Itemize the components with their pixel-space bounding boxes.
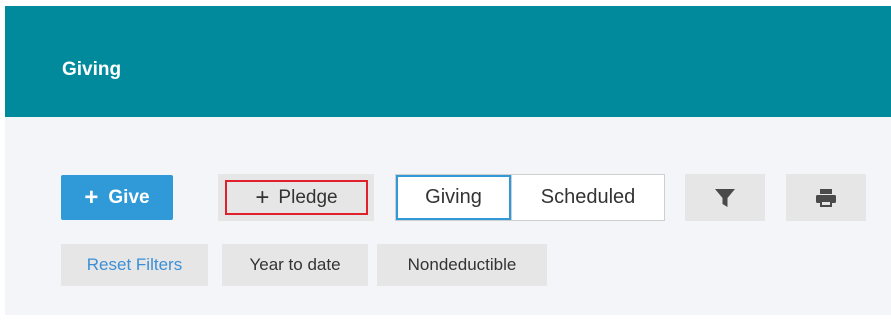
pledge-button-label: Pledge (278, 186, 338, 208)
plus-icon: + (255, 183, 270, 211)
page-header: Giving (5, 6, 891, 117)
filter-chip-nondeductible[interactable]: Nondeductible (377, 244, 547, 286)
print-button[interactable] (786, 174, 866, 221)
tab-giving[interactable]: Giving (396, 175, 511, 220)
page-title: Giving (62, 59, 122, 80)
reset-filters-button[interactable]: Reset Filters (61, 244, 208, 286)
print-icon (816, 188, 836, 207)
filter-chip-year-to-date[interactable]: Year to date (222, 244, 368, 286)
view-toggle: Giving Scheduled (395, 174, 665, 221)
giving-page: Giving + Give + Pledge Giving Scheduled … (0, 0, 891, 320)
filter-button[interactable] (685, 174, 765, 221)
pledge-highlight: + Pledge (225, 180, 368, 215)
pledge-button[interactable]: + Pledge (218, 174, 374, 221)
filter-icon (715, 188, 735, 207)
give-button-label: Give (108, 186, 150, 208)
give-button[interactable]: + Give (61, 175, 173, 220)
tab-scheduled[interactable]: Scheduled (511, 175, 664, 220)
plus-icon: + (84, 183, 99, 211)
